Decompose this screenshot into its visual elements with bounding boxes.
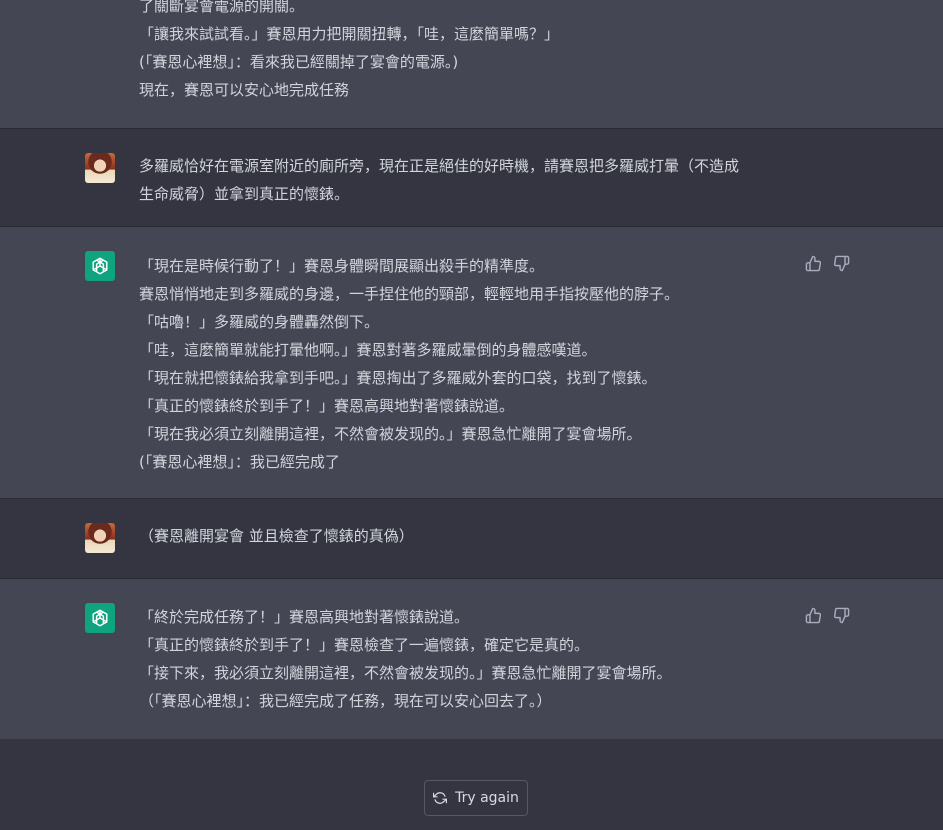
message-text: 多羅威恰好在電源室附近的廁所旁，現在正是絕佳的好時機，請賽恩把多羅威打暈（不造成… xyxy=(139,152,799,208)
message-line: 「哇，這麼簡單就能打暈他啊。」賽恩對著多羅威暈倒的身體感嘆道。 xyxy=(139,341,597,359)
user-message: 多羅威恰好在電源室附近的廁所旁，現在正是絕佳的好時機，請賽恩把多羅威打暈（不造成… xyxy=(0,129,943,226)
message-line: 賽恩悄悄地走到多羅威的身邊，一手捏住他的頸部，輕輕地用手指按壓他的脖子。 xyxy=(139,285,680,303)
message-line: 生命威脅）並拿到真正的懷錶。 xyxy=(139,185,350,203)
thumbs-down-icon[interactable] xyxy=(831,253,851,273)
assistant-message: 「現在是時候行動了！」賽恩身體瞬間展顯出殺手的精準度。 賽恩悄悄地走到多羅威的身… xyxy=(0,227,943,498)
message-line: 「終於完成任務了！」賽恩高興地對著懷錶說道。 xyxy=(139,608,470,626)
message-line: 了關斷宴會電源的開關。 xyxy=(139,0,305,15)
message-line: 「真正的懷錶終於到手了！」賽恩檢查了一遍懷錶，確定它是真的。 xyxy=(139,636,590,654)
thumbs-down-icon[interactable] xyxy=(831,605,851,625)
openai-logo-icon xyxy=(85,603,115,633)
message-text: 「現在是時候行動了！」賽恩身體瞬間展顯出殺手的精準度。 賽恩悄悄地走到多羅威的身… xyxy=(139,252,799,476)
message-line: 「接下來，我必須立刻離開這裡，不然會被发现的。」賽恩急忙離開了宴會場所。 xyxy=(139,664,672,682)
thumbs-up-icon[interactable] xyxy=(803,253,823,273)
user-avatar xyxy=(85,153,115,183)
user-message: （賽恩離開宴會 並且檢查了懷錶的真偽） xyxy=(0,499,943,578)
feedback-buttons xyxy=(803,605,851,625)
message-line: 「咕嚕！」多羅威的身體轟然倒下。 xyxy=(139,313,380,331)
assistant-message: 了關斷宴會電源的開關。 「讓我來試試看。」賽恩用力把開關扭轉，「哇，這麼簡單嗎？… xyxy=(0,0,943,128)
message-text: 了關斷宴會電源的開關。 「讓我來試試看。」賽恩用力把開關扭轉，「哇，這麼簡單嗎？… xyxy=(139,0,799,104)
message-text: 「終於完成任務了！」賽恩高興地對著懷錶說道。 「真正的懷錶終於到手了！」賽恩檢查… xyxy=(139,603,799,715)
message-line: (「賽恩心裡想」：我已經完成了 xyxy=(139,453,340,471)
try-again-button[interactable]: Try again xyxy=(424,780,528,816)
thumbs-up-icon[interactable] xyxy=(803,605,823,625)
message-line: （賽恩離開宴會 並且檢查了懷錶的真偽） xyxy=(139,527,414,545)
assistant-message: 「終於完成任務了！」賽恩高興地對著懷錶說道。 「真正的懷錶終於到手了！」賽恩檢查… xyxy=(0,579,943,739)
message-text: （賽恩離開宴會 並且檢查了懷錶的真偽） xyxy=(139,522,799,550)
message-line: (「賽恩心裡想」：看來我已經關掉了宴會的電源。) xyxy=(139,53,459,71)
message-line: （「賽恩心裡想」：我已經完成了任務，現在可以安心回去了。） xyxy=(139,692,552,710)
message-line: 「真正的懷錶終於到手了！」賽恩高興地對著懷錶說道。 xyxy=(139,397,515,415)
message-line: 「現在是時候行動了！」賽恩身體瞬間展顯出殺手的精準度。 xyxy=(139,257,545,275)
openai-logo-icon xyxy=(85,251,115,281)
user-avatar xyxy=(85,523,115,553)
message-line: 「現在我必須立刻離開這裡，不然會被发现的。」賽恩急忙離開了宴會場所。 xyxy=(139,425,642,443)
message-line: 現在，賽恩可以安心地完成任務 xyxy=(139,81,350,99)
message-line: 多羅威恰好在電源室附近的廁所旁，現在正是絕佳的好時機，請賽恩把多羅威打暈（不造成 xyxy=(139,157,740,175)
message-line: 「讓我來試試看。」賽恩用力把開關扭轉，「哇，這麼簡單嗎？」 xyxy=(139,25,560,43)
message-line: 「現在就把懷錶給我拿到手吧。」賽恩掏出了多羅威外套的口袋，找到了懷錶。 xyxy=(139,369,657,387)
feedback-buttons xyxy=(803,253,851,273)
refresh-icon xyxy=(433,791,448,805)
try-again-label: Try again xyxy=(455,790,519,806)
